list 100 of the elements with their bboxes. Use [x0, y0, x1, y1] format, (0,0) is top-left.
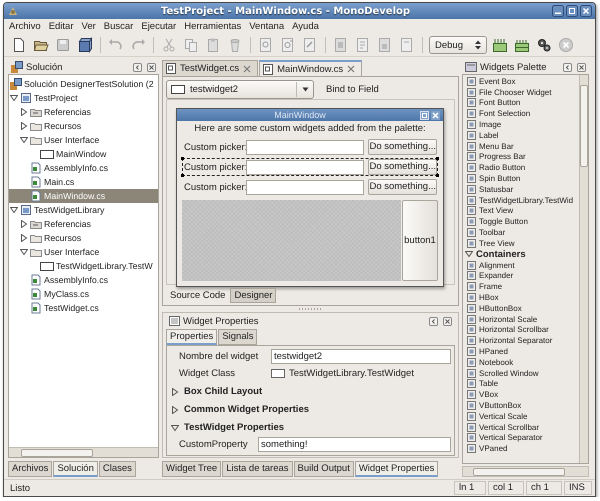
- palette-item[interactable]: Tree View: [463, 238, 579, 249]
- expander-icon[interactable]: [171, 424, 179, 432]
- tree-item[interactable]: Recursos: [9, 231, 158, 245]
- close-icon[interactable]: [347, 65, 356, 73]
- close-icon[interactable]: [577, 62, 586, 72]
- rebuild-icon[interactable]: [514, 37, 530, 53]
- section-header[interactable]: TestWidget Properties: [184, 422, 284, 433]
- palette-item[interactable]: Font Button: [463, 98, 579, 108]
- palette-item[interactable]: Event Box: [463, 76, 579, 87]
- palette-item[interactable]: Menu Bar: [463, 140, 579, 152]
- tree-item[interactable]: User Interface: [9, 133, 158, 147]
- document-tab[interactable]: MainWindow.cs: [259, 60, 362, 76]
- section-header[interactable]: Common Widget Properties: [184, 404, 310, 415]
- tree-item[interactable]: MyClass.cs: [9, 287, 158, 301]
- tree-item[interactable]: Main.cs: [9, 175, 158, 189]
- widget-dropdown[interactable]: testwidget2: [166, 80, 314, 98]
- text-field[interactable]: testwidget2: [271, 349, 451, 364]
- find-next-icon[interactable]: [280, 37, 296, 53]
- find-icon[interactable]: [258, 37, 274, 53]
- menu-item[interactable]: Ejecutar: [140, 21, 178, 32]
- tree-item[interactable]: TestProject: [9, 91, 158, 105]
- expander-icon[interactable]: [20, 136, 28, 144]
- palette-item[interactable]: VPaned: [463, 443, 579, 454]
- palette-item[interactable]: Vertical Separator: [463, 432, 579, 444]
- selection-handle[interactable]: [436, 157, 439, 160]
- tab[interactable]: Source Code: [166, 288, 230, 303]
- palette-item[interactable]: Image: [463, 119, 579, 130]
- palette-item[interactable]: Horizontal Scrollbar: [463, 324, 579, 336]
- palette-item[interactable]: Table: [463, 378, 579, 390]
- palette-item[interactable]: Horizontal Scale: [463, 314, 579, 325]
- palette-item[interactable]: HPaned: [463, 346, 579, 357]
- tree-item[interactable]: TestWidgetLibrary: [9, 203, 158, 217]
- expander-icon[interactable]: [10, 94, 18, 102]
- tab[interactable]: Archivos: [8, 461, 52, 477]
- palette-item[interactable]: Frame: [463, 281, 579, 292]
- new-file-icon[interactable]: [11, 37, 27, 53]
- menu-item[interactable]: Herramientas: [183, 21, 242, 32]
- palette-item[interactable]: Scrolled Window: [463, 368, 579, 379]
- tree-item[interactable]: AssemblyInfo.cs: [9, 273, 158, 287]
- tab[interactable]: Build Output: [294, 461, 354, 477]
- tree-item[interactable]: Referencias: [9, 217, 158, 231]
- section-header[interactable]: Box Child Layout: [184, 386, 262, 397]
- minimize-icon[interactable]: [552, 5, 564, 17]
- tree-item[interactable]: AssemblyInfo.cs: [9, 161, 158, 175]
- horizontal-scrollbar[interactable]: [462, 466, 589, 477]
- palette-item[interactable]: Text View: [463, 206, 579, 216]
- action-button[interactable]: Do something...: [368, 139, 437, 155]
- cut-icon[interactable]: [161, 37, 177, 53]
- document-icon[interactable]: [377, 37, 393, 53]
- tab[interactable]: Widget Properties: [354, 461, 438, 477]
- selection-handle[interactable]: [181, 157, 184, 160]
- palette-item[interactable]: Label: [463, 130, 579, 141]
- expander-icon[interactable]: [171, 406, 179, 414]
- expander-icon[interactable]: [171, 388, 179, 396]
- horizontal-scrollbar[interactable]: [9, 447, 158, 457]
- palette-item[interactable]: Horizontal Separator: [463, 335, 579, 346]
- expander-icon[interactable]: [20, 234, 28, 242]
- maximize-icon[interactable]: [566, 5, 578, 17]
- gears-icon[interactable]: [536, 37, 552, 53]
- palette-item[interactable]: VBox: [463, 389, 579, 400]
- tab[interactable]: Properties: [166, 329, 218, 345]
- palette-item[interactable]: VButtonBox: [463, 400, 579, 411]
- palette-item[interactable]: Vertical Scale: [463, 410, 579, 422]
- selection-handle[interactable]: [436, 174, 439, 177]
- stop-icon[interactable]: [558, 37, 574, 53]
- configuration-dropdown[interactable]: Debug: [429, 36, 487, 54]
- document-tab[interactable]: TestWidget.cs: [162, 60, 258, 76]
- menu-item[interactable]: Editar: [48, 21, 75, 32]
- expander-icon[interactable]: [465, 250, 473, 258]
- input-field[interactable]: [246, 140, 364, 154]
- expander-icon[interactable]: [10, 206, 18, 214]
- bind-button[interactable]: Bind to Field: [324, 82, 381, 96]
- tab[interactable]: Clases: [98, 461, 136, 477]
- menu-item[interactable]: Buscar: [102, 21, 134, 32]
- tree-item[interactable]: TestWidget.cs: [9, 301, 158, 315]
- menu-item[interactable]: Ventana: [248, 21, 286, 32]
- expander-icon[interactable]: [20, 108, 28, 116]
- save-icon[interactable]: [55, 37, 71, 53]
- tree-item[interactable]: TestWidgetLibrary.TestW: [9, 259, 158, 273]
- side-button[interactable]: button1: [402, 200, 438, 281]
- menu-item[interactable]: Ver: [80, 21, 97, 32]
- palette-item[interactable]: Font Selection: [463, 108, 579, 120]
- dock-icon[interactable]: [563, 62, 572, 72]
- palette-item[interactable]: Statusbar: [463, 184, 579, 195]
- close-icon[interactable]: [580, 5, 592, 17]
- input-field[interactable]: [246, 160, 364, 174]
- close-icon[interactable]: [443, 316, 452, 326]
- paste-icon[interactable]: [205, 37, 221, 53]
- save-all-icon[interactable]: [77, 37, 93, 53]
- palette-item[interactable]: Vertical Scrollbar: [463, 422, 579, 432]
- action-button[interactable]: Do something...: [368, 159, 437, 175]
- palette-item[interactable]: Toolbar: [463, 227, 579, 238]
- close-icon[interactable]: [147, 62, 156, 72]
- tab[interactable]: Designer: [230, 288, 276, 303]
- palette-item[interactable]: Toggle Button: [463, 216, 579, 228]
- vertical-scrollbar[interactable]: [579, 75, 588, 463]
- palette-item[interactable]: File Chooser Widget: [463, 86, 579, 98]
- group-header[interactable]: Containers: [476, 248, 526, 260]
- tree-item[interactable]: Referencias: [9, 105, 158, 119]
- expander-icon[interactable]: [20, 248, 28, 256]
